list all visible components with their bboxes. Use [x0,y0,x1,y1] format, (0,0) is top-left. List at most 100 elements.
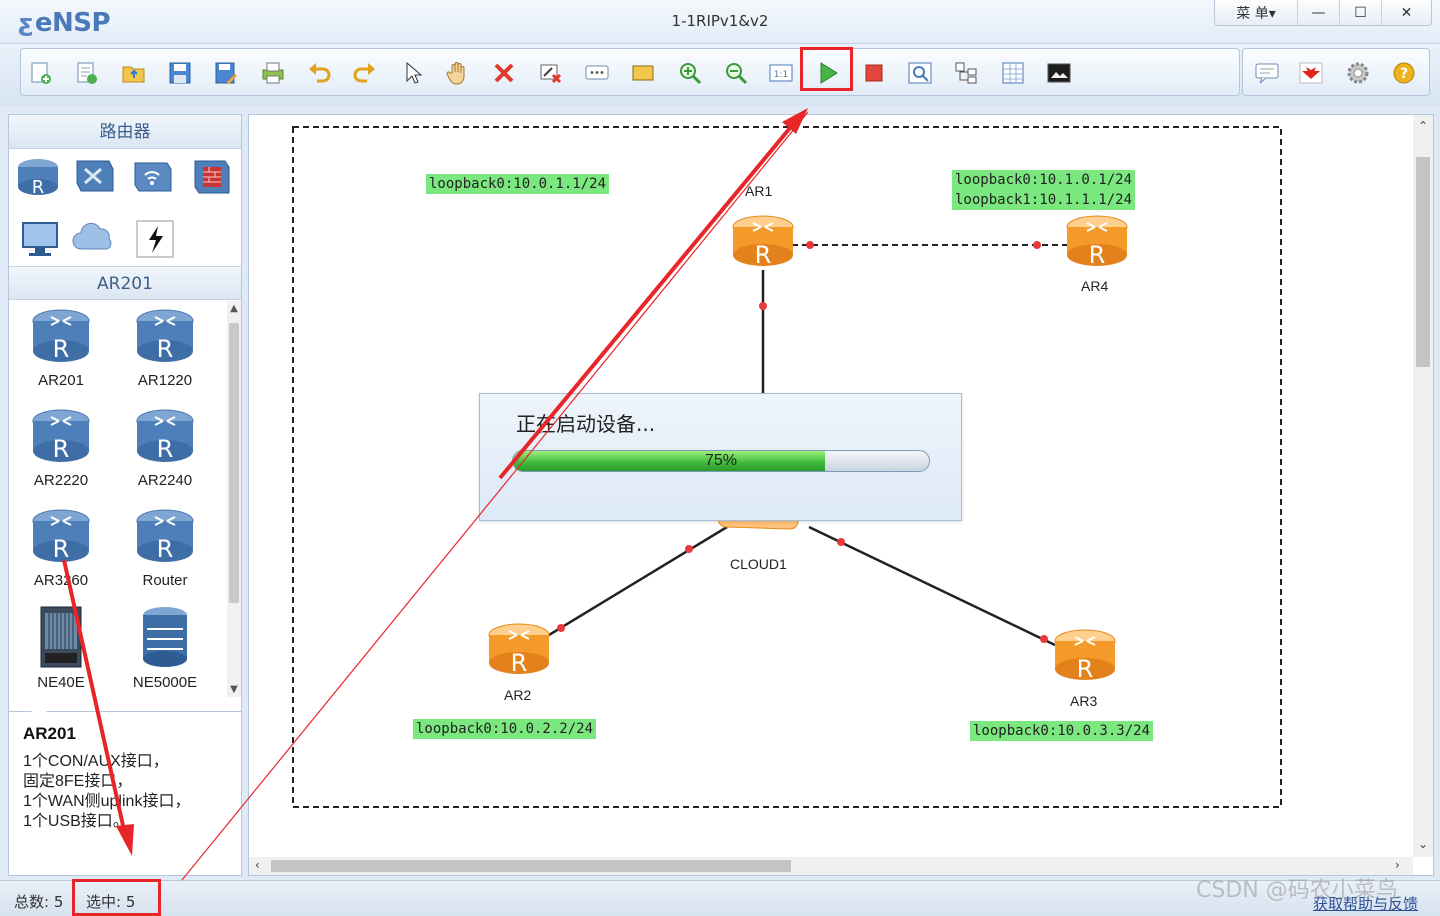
startup-progress-dialog: 正在启动设备... 75% [479,393,962,521]
close-button[interactable]: ✕ [1381,0,1431,25]
device-label: Router [142,572,188,589]
ar1-label[interactable]: AR1 [745,183,772,199]
port-dot [759,302,767,310]
scroll-thumb[interactable] [1416,157,1430,367]
ar4-router-icon[interactable] [1066,215,1128,270]
router-category-icon[interactable]: R [15,155,61,199]
canvas-vertical-scrollbar[interactable]: ⌃ ⌄ [1413,115,1433,857]
pc-category-icon[interactable] [17,217,63,261]
ar2-label[interactable]: AR2 [504,687,531,703]
delete-icon[interactable] [490,59,518,87]
scroll-down-icon[interactable]: ⌄ [1418,837,1428,851]
new-topology-icon[interactable] [27,59,55,87]
ar4-label[interactable]: AR4 [1081,278,1108,294]
ar1-router-icon[interactable] [732,215,794,270]
scroll-up-icon[interactable]: ▲ [227,303,241,314]
selected-count-highlight [72,879,161,916]
device-ne5000e[interactable]: NE5000E [113,605,217,691]
device-label: AR1220 [137,372,193,389]
select-pointer-icon[interactable] [398,59,426,87]
device-ar1220[interactable]: R AR1220 [113,307,217,389]
status-total: 总数: 5 [14,893,64,911]
cloud1-label[interactable]: CLOUD1 [730,556,787,572]
device-list-scrollbar[interactable]: ▲ ▼ [227,301,241,697]
new-example-icon[interactable] [73,59,101,87]
capture-data-icon[interactable] [906,59,934,87]
wireless-category-icon[interactable] [129,155,175,199]
device-label: AR2240 [137,472,193,489]
firewall-category-icon[interactable] [187,155,233,199]
scroll-up-icon[interactable]: ⌃ [1418,119,1428,133]
description-text: 1个CON/AUX接口， 固定8FE接口， 1个WAN侧uplink接口， 1个… [23,752,233,832]
topology-grid-icon[interactable] [952,59,980,87]
cloud-category-icon[interactable] [71,217,117,261]
pan-hand-icon[interactable] [444,59,472,87]
chassis-router-icon [40,606,82,668]
right-toolbar: ? [1242,48,1430,96]
ar4-loopback1-label[interactable]: loopback1:10.1.1.1/24 [952,190,1136,210]
model-title: AR201 [9,266,241,300]
svg-text:R: R [53,335,70,363]
ar3-label[interactable]: AR3 [1070,693,1097,709]
scroll-thumb[interactable] [229,323,239,603]
ar2-router-icon[interactable] [488,623,550,678]
ar2-loopback-label[interactable]: loopback0:10.0.2.2/24 [413,719,597,739]
description-line: 固定8FE接口， [23,773,133,790]
zoom-in-icon[interactable] [676,59,704,87]
device-ar2220[interactable]: R AR2220 [9,407,113,489]
save-icon[interactable] [166,59,194,87]
undo-icon[interactable] [305,59,333,87]
link-cloud1-ar2[interactable] [548,525,728,637]
port-dot [1040,635,1048,643]
minimize-button[interactable]: — [1297,0,1339,25]
redo-icon[interactable] [351,59,379,87]
zoom-out-icon[interactable] [722,59,750,87]
device-description: AR201 1个CON/AUX接口， 固定8FE接口， 1个WAN侧uplink… [9,704,241,875]
device-ar2240[interactable]: R AR2240 [113,407,217,489]
help-icon[interactable]: ? [1390,59,1418,87]
device-ar201[interactable]: R AR201 [9,307,113,389]
progress-message: 正在启动设备... [516,412,656,436]
add-text-icon[interactable] [583,59,611,87]
chat-icon[interactable] [1253,59,1281,87]
svg-text:R: R [53,435,70,463]
add-shape-icon[interactable] [629,59,657,87]
title-bar: ƹeNSP 1-1RIPv1&v2 菜 单▾ — ☐ ✕ [0,0,1440,44]
device-label: NE40E [37,674,85,691]
port-dot [557,624,565,632]
ar1-loopback-label[interactable]: loopback0:10.0.1.1/24 [426,174,610,194]
switch-category-icon[interactable] [71,155,117,199]
ar3-router-icon[interactable] [1054,629,1116,684]
category-icons: R [9,149,241,265]
device-router[interactable]: R Router [113,507,217,589]
device-ar3260[interactable]: R AR3260 [9,507,113,589]
screenshot-icon[interactable] [1045,59,1073,87]
print-icon[interactable] [259,59,287,87]
delete-link-icon[interactable] [537,59,565,87]
device-ne40e[interactable]: NE40E [9,605,113,691]
link-category-icon[interactable] [133,217,179,261]
menu-button[interactable]: 菜 单▾ [1215,0,1297,25]
scroll-left-icon[interactable]: ‹ [255,858,260,872]
svg-text:R: R [157,535,174,563]
link-cloud1-ar3[interactable] [808,525,1056,647]
open-icon[interactable] [120,59,148,87]
scroll-down-icon[interactable]: ▼ [227,684,241,695]
stop-device-icon[interactable] [860,59,888,87]
save-as-icon[interactable] [212,59,240,87]
router-icon: R [136,509,194,563]
scroll-thumb[interactable] [271,860,791,872]
description-notch [31,704,47,712]
ar3-loopback-label[interactable]: loopback0:10.0.3.3/24 [970,721,1154,741]
ar4-loopback0-label[interactable]: loopback0:10.1.0.1/24 [952,170,1136,190]
scroll-right-icon[interactable]: › [1395,858,1400,872]
device-label: NE5000E [132,674,198,691]
window-controls: 菜 单▾ — ☐ ✕ [1214,0,1432,26]
watermark: CSDN @码农小菜鸟 [1196,878,1398,903]
maximize-button[interactable]: ☐ [1339,0,1381,25]
fit-view-icon[interactable]: 1:1 [767,59,795,87]
huawei-logo-icon[interactable] [1297,59,1325,87]
settings-gear-icon[interactable] [1344,59,1372,87]
description-title: AR201 [23,724,76,743]
show-interfaces-icon[interactable] [999,59,1027,87]
